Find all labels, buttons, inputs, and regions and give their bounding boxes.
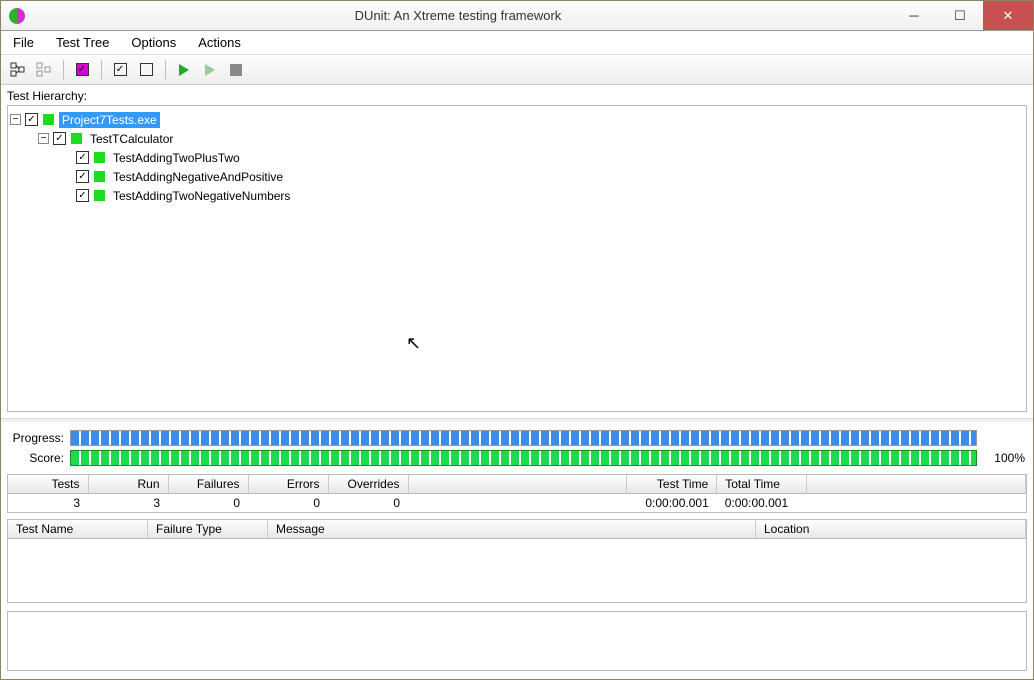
val-tests: 3 [8, 494, 88, 513]
app-icon [9, 8, 25, 24]
tree-checkbox[interactable] [76, 151, 89, 164]
tree-label-root[interactable]: Project7Tests.exe [59, 112, 160, 128]
menu-test-tree[interactable]: Test Tree [50, 33, 115, 52]
tree-label-suite[interactable]: TestTCalculator [87, 131, 176, 147]
titlebar: DUnit: An Xtreme testing framework ─ ☐ ✕ [1, 1, 1033, 31]
play-selected-icon [205, 64, 215, 76]
tree-node-root[interactable]: − Project7Tests.exe [10, 110, 1024, 129]
stats-row: 3 3 0 0 0 0:00:00.001 0:00:00.001 [8, 494, 1026, 513]
val-overrides: 0 [328, 494, 408, 513]
progress-bar [70, 430, 977, 446]
val-totaltime: 0:00:00.001 [717, 494, 807, 513]
val-failures: 0 [168, 494, 248, 513]
stop-button[interactable] [225, 59, 247, 81]
status-pass-icon [94, 152, 105, 163]
checkbox-empty-icon [140, 63, 153, 76]
toolbar-separator [164, 60, 166, 80]
val-run: 3 [88, 494, 168, 513]
score-bar [70, 450, 977, 466]
score-label: Score: [9, 451, 64, 465]
val-testtime: 0:00:00.001 [627, 494, 717, 513]
val-errors: 0 [248, 494, 328, 513]
tree-select-icon [10, 62, 26, 78]
tree-checkbox[interactable] [76, 189, 89, 202]
collapse-icon[interactable]: − [38, 133, 49, 144]
select-all-button[interactable] [7, 59, 29, 81]
toolbar-separator [100, 60, 102, 80]
col-filler [408, 475, 627, 494]
col-testname[interactable]: Test Name [8, 520, 148, 538]
run-selected-button[interactable] [199, 59, 221, 81]
detail-panel [7, 611, 1027, 671]
uncheck-all-button[interactable] [135, 59, 157, 81]
menu-bar: File Test Tree Options Actions [1, 31, 1033, 55]
tree-checkbox[interactable] [76, 170, 89, 183]
tree-label-test[interactable]: TestAddingTwoPlusTwo [110, 150, 243, 166]
minimize-button[interactable]: ─ [891, 1, 937, 30]
maximize-button[interactable]: ☐ [937, 1, 983, 30]
checkbox-checked-icon [114, 63, 127, 76]
progress-label: Progress: [9, 431, 64, 445]
hierarchy-label: Test Hierarchy: [1, 85, 1033, 105]
select-current-button[interactable] [71, 59, 93, 81]
status-pass-icon [71, 133, 82, 144]
deselect-all-button[interactable] [33, 59, 55, 81]
tree-label-test[interactable]: TestAddingNegativeAndPositive [110, 169, 286, 185]
score-row: Score: 100% [1, 448, 1033, 468]
menu-actions[interactable]: Actions [192, 33, 247, 52]
checkbox-pink-icon [76, 63, 89, 76]
progress-row: Progress: [1, 428, 1033, 448]
score-percent: 100% [985, 451, 1025, 465]
tree-node-test[interactable]: TestAddingNegativeAndPositive [10, 167, 1024, 186]
tree-node-test[interactable]: TestAddingTwoPlusTwo [10, 148, 1024, 167]
tree-checkbox[interactable] [25, 113, 38, 126]
status-pass-icon [43, 114, 54, 125]
col-tests[interactable]: Tests [8, 475, 88, 494]
tree-checkbox[interactable] [53, 132, 66, 145]
collapse-icon[interactable]: − [10, 114, 21, 125]
tree-node-suite[interactable]: − TestTCalculator [10, 129, 1024, 148]
stop-icon [230, 64, 242, 76]
col-testtime[interactable]: Test Time [627, 475, 717, 494]
test-tree[interactable]: − Project7Tests.exe − TestTCalculator Te… [7, 105, 1027, 412]
col-failuretype[interactable]: Failure Type [148, 520, 268, 538]
toolbar-separator [62, 60, 64, 80]
results-panel: Test Name Failure Type Message Location [7, 519, 1027, 603]
close-button[interactable]: ✕ [983, 1, 1033, 30]
col-location[interactable]: Location [756, 520, 1026, 538]
tree-node-test[interactable]: TestAddingTwoNegativeNumbers [10, 186, 1024, 205]
col-run[interactable]: Run [88, 475, 168, 494]
check-all-button[interactable] [109, 59, 131, 81]
status-pass-icon [94, 190, 105, 201]
col-totaltime[interactable]: Total Time [717, 475, 807, 494]
toolbar [1, 55, 1033, 85]
menu-options[interactable]: Options [125, 33, 182, 52]
tree-label-test[interactable]: TestAddingTwoNegativeNumbers [110, 188, 293, 204]
run-button[interactable] [173, 59, 195, 81]
col-failures[interactable]: Failures [168, 475, 248, 494]
tree-deselect-icon [36, 62, 52, 78]
status-pass-icon [94, 171, 105, 182]
main-window: DUnit: An Xtreme testing framework ─ ☐ ✕… [0, 0, 1034, 680]
col-errors[interactable]: Errors [248, 475, 328, 494]
play-icon [179, 64, 189, 76]
col-message[interactable]: Message [268, 520, 756, 538]
menu-file[interactable]: File [7, 33, 40, 52]
col-overrides[interactable]: Overrides [328, 475, 408, 494]
stats-panel: Tests Run Failures Errors Overrides Test… [7, 474, 1027, 513]
window-title: DUnit: An Xtreme testing framework [25, 8, 891, 23]
